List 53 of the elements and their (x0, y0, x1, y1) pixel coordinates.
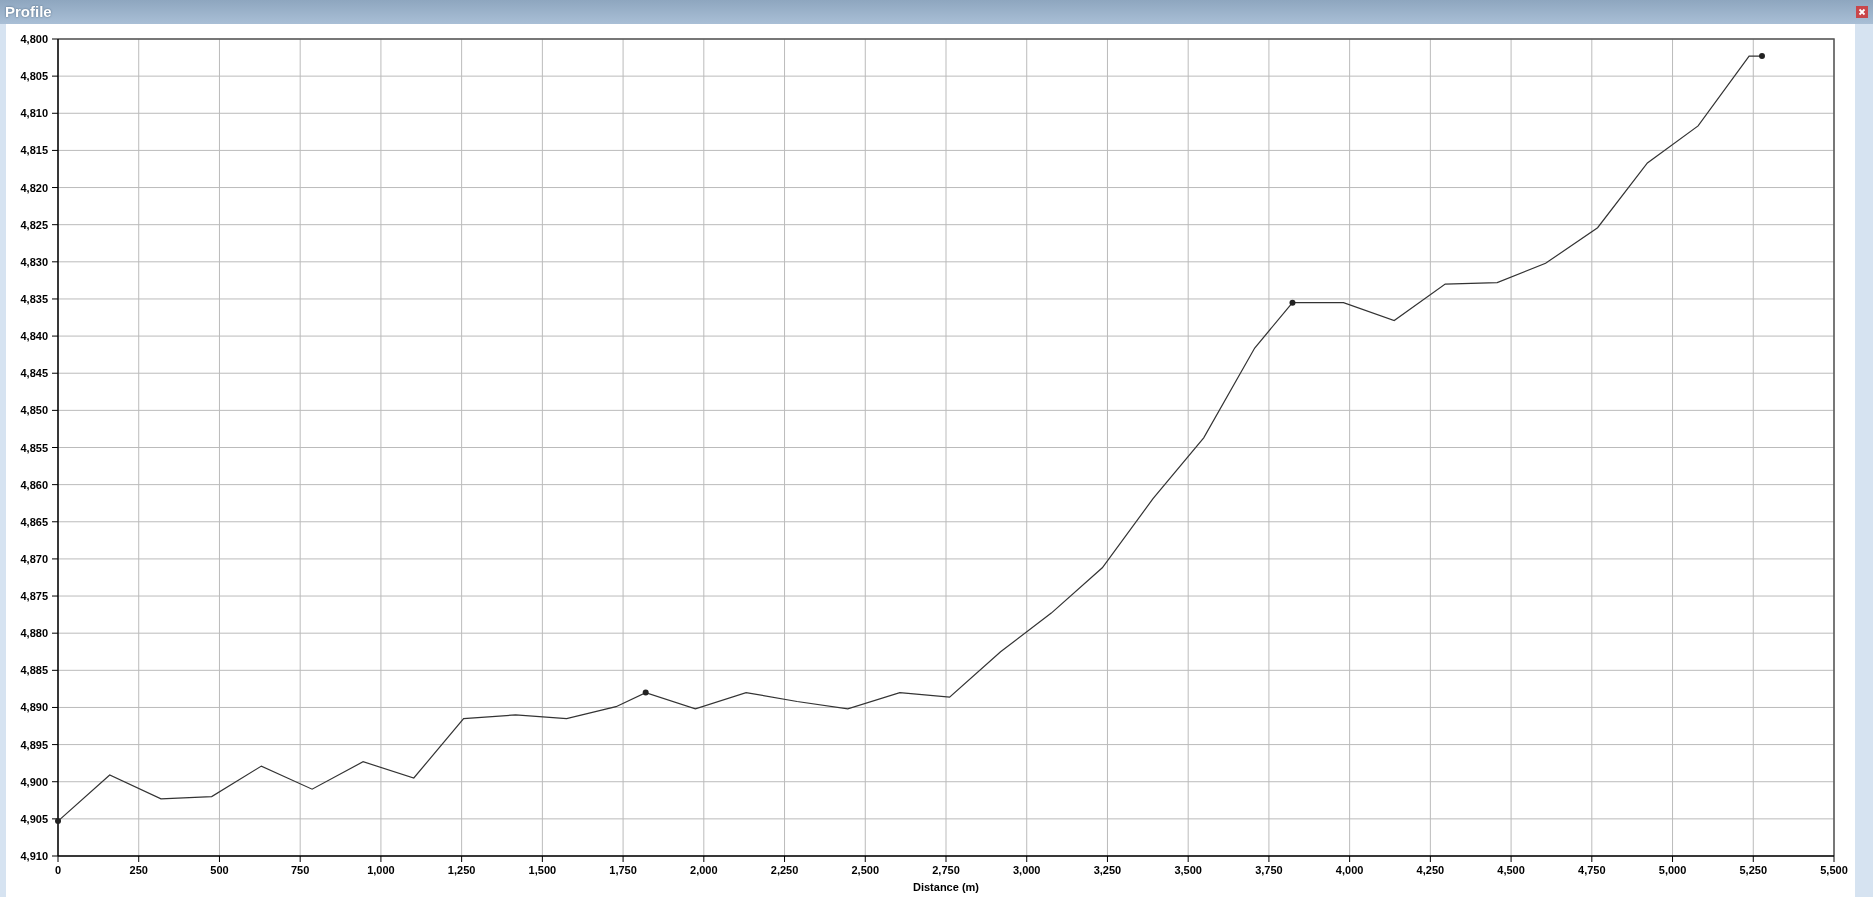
point-marker (1289, 299, 1296, 306)
x-tick-label: 1,000 (367, 864, 395, 876)
y-tick-label: 4,805 (20, 70, 48, 83)
close-button[interactable] (1856, 6, 1868, 18)
y-tick-label: 4,905 (20, 812, 48, 825)
x-tick-label: 2,750 (932, 864, 960, 876)
y-tick-label: 4,850 (20, 404, 48, 417)
point-marker (55, 818, 61, 825)
x-tick-label: 4,250 (1416, 864, 1445, 876)
x-tick-label: 3,250 (1093, 864, 1122, 876)
x-tick-label: 3,500 (1174, 864, 1202, 876)
x-tick-label: 2,000 (690, 864, 718, 876)
y-tick-label: 4,865 (20, 515, 48, 528)
y-tick-label: 4,815 (20, 144, 48, 157)
x-tick-label: 4,750 (1578, 864, 1606, 876)
x-tick-label: 500 (210, 864, 229, 876)
x-tick-label: 4,000 (1335, 864, 1364, 876)
y-tick-label: 4,820 (20, 181, 48, 194)
x-tick-label: 3,750 (1255, 864, 1283, 876)
x-tick-label: 0 (54, 864, 62, 876)
x-tick-label: 4,500 (1497, 864, 1525, 876)
x-tick-label: 1,250 (447, 864, 476, 876)
x-tick-label: 750 (291, 864, 310, 876)
y-tick-label: 4,900 (20, 775, 48, 788)
point-marker (642, 689, 649, 696)
x-tick-label: 5,000 (1658, 864, 1687, 876)
window-title: Profile (5, 2, 52, 22)
x-tick-label: 2,250 (770, 864, 799, 876)
y-tick-label: 4,810 (20, 107, 48, 120)
y-tick-label: 4,890 (20, 701, 48, 714)
y-tick-label: 4,825 (20, 218, 48, 231)
x-tick-label: 1,750 (609, 864, 637, 876)
y-tick-label: 4,830 (20, 255, 48, 268)
x-axis-title: Distance (m) (913, 881, 979, 893)
y-tick-label: 4,885 (20, 664, 48, 677)
y-tick-label: 4,910 (20, 850, 48, 862)
y-tick-label: 4,800 (20, 33, 48, 45)
x-tick-label: 5,250 (1739, 864, 1768, 876)
x-tick-label: 3,000 (1012, 864, 1041, 876)
y-tick-label: 4,870 (20, 552, 48, 565)
y-tick-label: 4,895 (20, 738, 48, 751)
y-tick-label: 4,840 (20, 330, 48, 343)
y-tick-label: 4,880 (20, 627, 48, 640)
x-tick-label: 1,500 (528, 864, 557, 876)
y-tick-label: 4,860 (20, 478, 48, 491)
x-tick-label: 5,500 (1820, 864, 1848, 876)
y-tick-label: 4,835 (20, 292, 48, 305)
x-tick-label: 250 (129, 864, 148, 876)
x-tick-label: 2,500 (851, 864, 880, 876)
point-marker (1759, 53, 1765, 60)
y-tick-label: 4,845 (20, 367, 48, 380)
y-tick-label: 4,875 (20, 590, 48, 603)
y-tick-label: 4,855 (20, 441, 48, 454)
